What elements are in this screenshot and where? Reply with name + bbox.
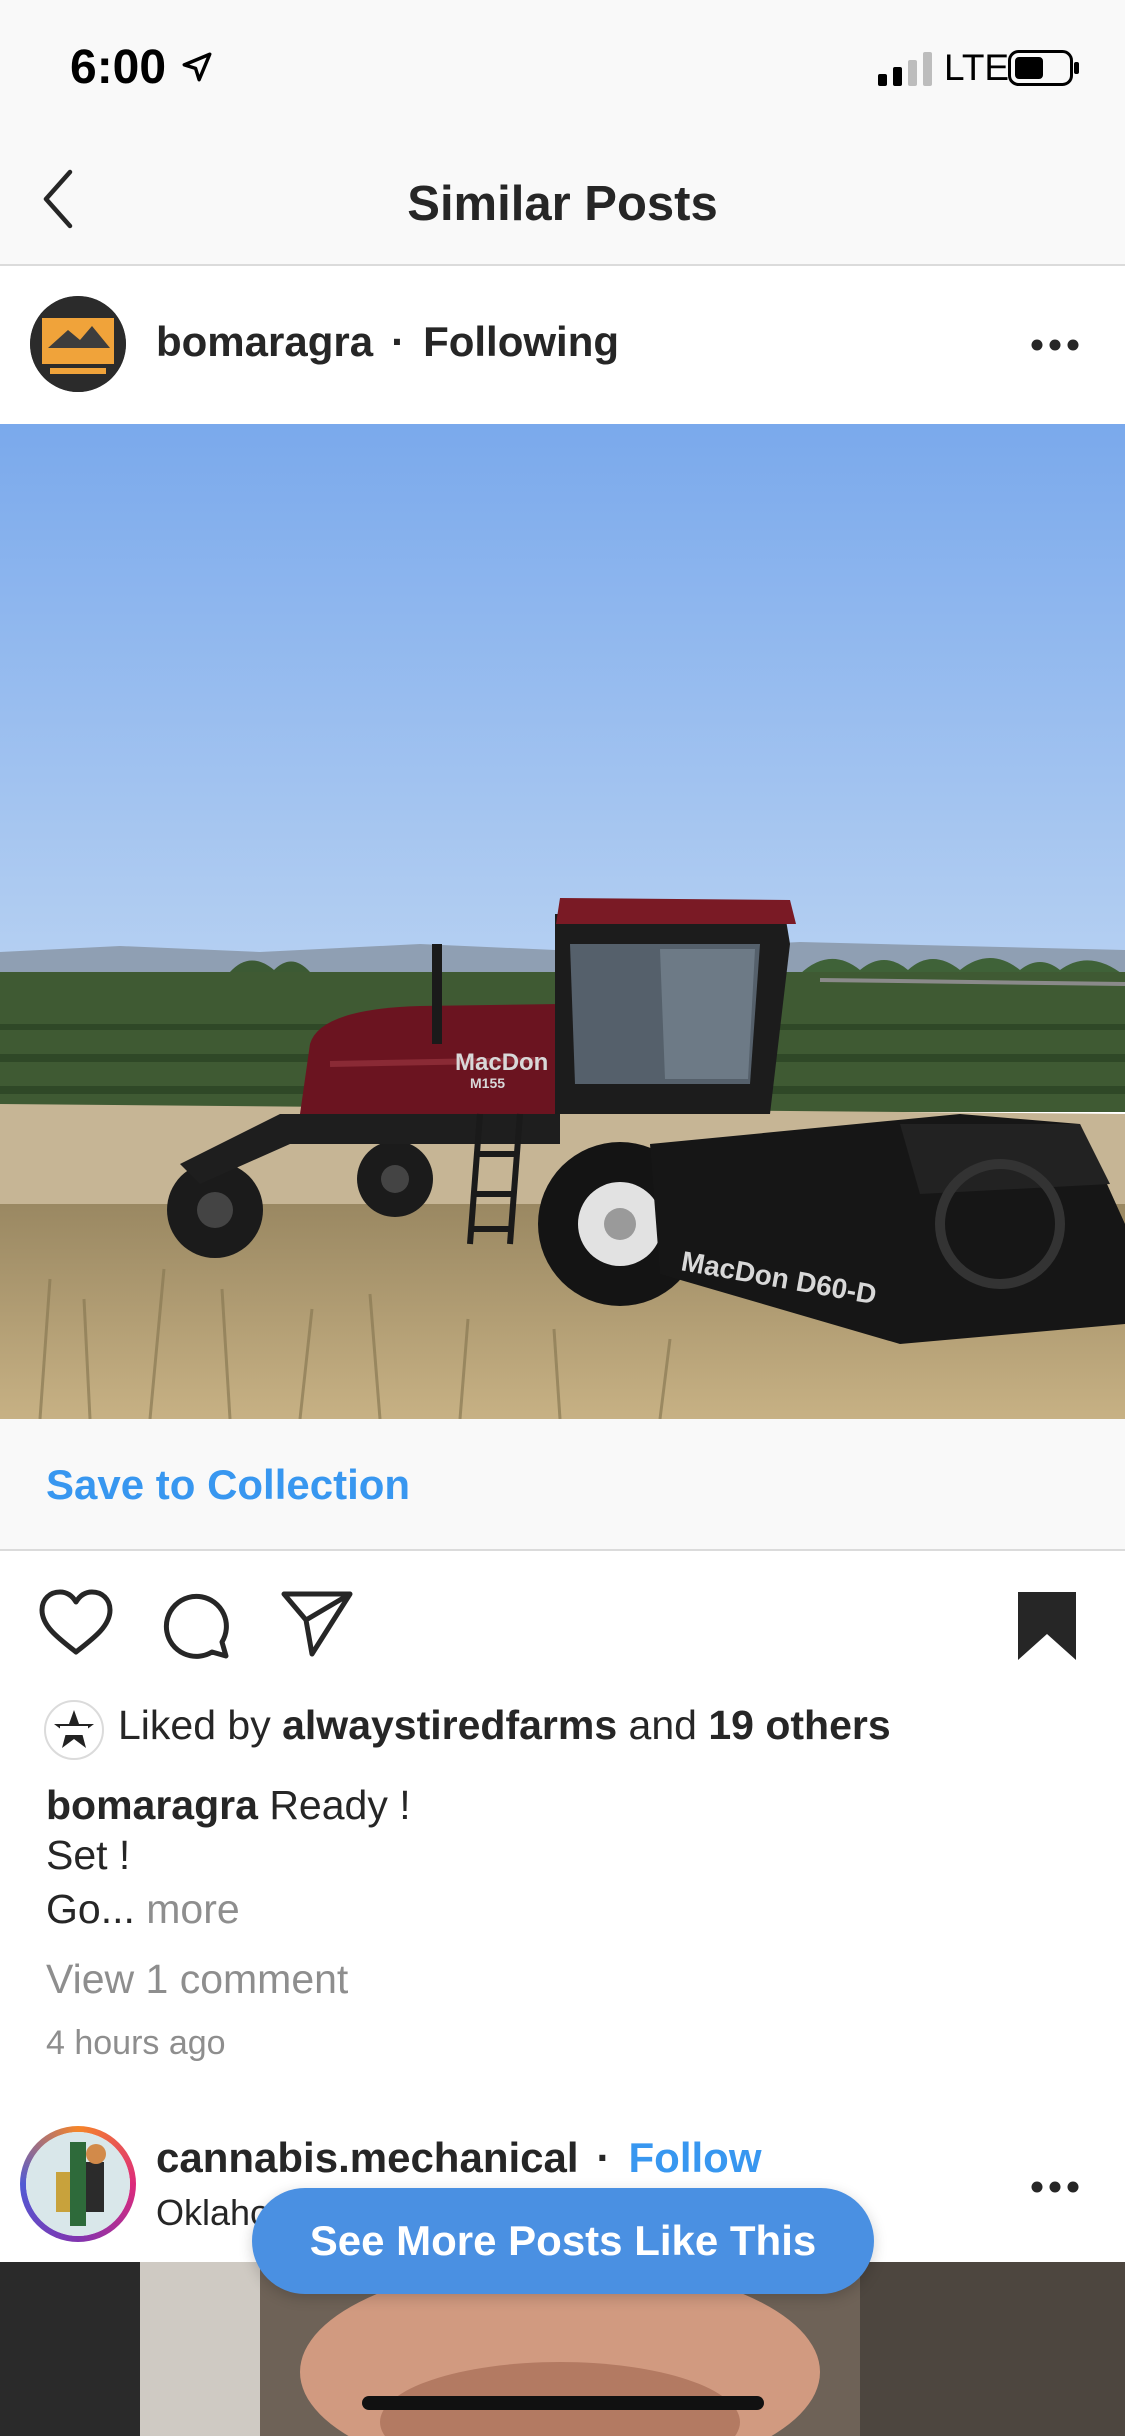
comment-icon[interactable] (160, 1590, 232, 1660)
battery-icon (1008, 50, 1079, 86)
post-username[interactable]: bomaragra (156, 318, 373, 365)
separator-dot: · (596, 2134, 611, 2181)
post-header: bomaragra · Following (0, 266, 1125, 424)
home-indicator[interactable] (362, 2396, 764, 2410)
post-photo[interactable]: MacDon M155 MacDon D60-D (0, 424, 1125, 1419)
avatar[interactable] (26, 2132, 130, 2236)
liker-avatar[interactable] (44, 1700, 104, 1760)
nav-bar: Similar Posts (0, 140, 1125, 266)
carrier-label: LTE (944, 47, 1010, 88)
story-ring[interactable] (20, 2126, 136, 2242)
bookmark-icon[interactable] (1016, 1590, 1078, 1662)
caption-text: Set ! (46, 1832, 131, 1878)
likes-middle: and (617, 1702, 709, 1748)
caption-text: Ready ! (257, 1782, 411, 1828)
save-to-collection-bar: Save to Collection (0, 1419, 1125, 1551)
status-time: 6:00 (70, 41, 167, 94)
more-options-icon[interactable] (1030, 338, 1080, 352)
see-more-posts-label: See More Posts Like This (309, 2217, 817, 2264)
share-icon[interactable] (280, 1590, 354, 1658)
caption-username[interactable]: bomaragra (46, 1782, 258, 1828)
follow-button[interactable]: Follow (629, 2134, 762, 2181)
photo-brand-text: MacDon (455, 1049, 548, 1076)
signal-icon (878, 52, 932, 86)
more-options-icon[interactable] (1030, 2180, 1080, 2194)
liker-username[interactable]: alwaystiredfarms (282, 1702, 617, 1748)
status-bar: 6:00 LTE (0, 0, 1125, 140)
caption-line: Go... more (46, 1886, 240, 1933)
likes-others-link[interactable]: 19 others (708, 1702, 890, 1748)
photo-model-text: M155 (470, 1075, 505, 1091)
post-timestamp: 4 hours ago (46, 2024, 226, 2062)
view-comments-link[interactable]: View 1 comment (46, 1956, 348, 2003)
likes-prefix: Liked by (118, 1702, 283, 1748)
following-label[interactable]: Following (423, 318, 619, 365)
page-title: Similar Posts (407, 177, 718, 231)
likes-summary: Liked by alwaystiredfarms and 19 others (118, 1702, 891, 1749)
save-to-collection-link[interactable]: Save to Collection (46, 1461, 410, 1509)
location-arrow-icon (182, 52, 212, 82)
caption-more-link[interactable]: more (135, 1886, 239, 1932)
caption-text: Go... (46, 1886, 135, 1932)
heart-icon[interactable] (38, 1588, 114, 1658)
see-more-posts-button[interactable]: See More Posts Like This (252, 2188, 874, 2294)
caption-line: bomaragra Ready ! (46, 1778, 411, 1832)
avatar[interactable] (30, 296, 126, 392)
separator-dot: · (391, 318, 406, 365)
post-username[interactable]: cannabis.mechanical (156, 2134, 579, 2181)
